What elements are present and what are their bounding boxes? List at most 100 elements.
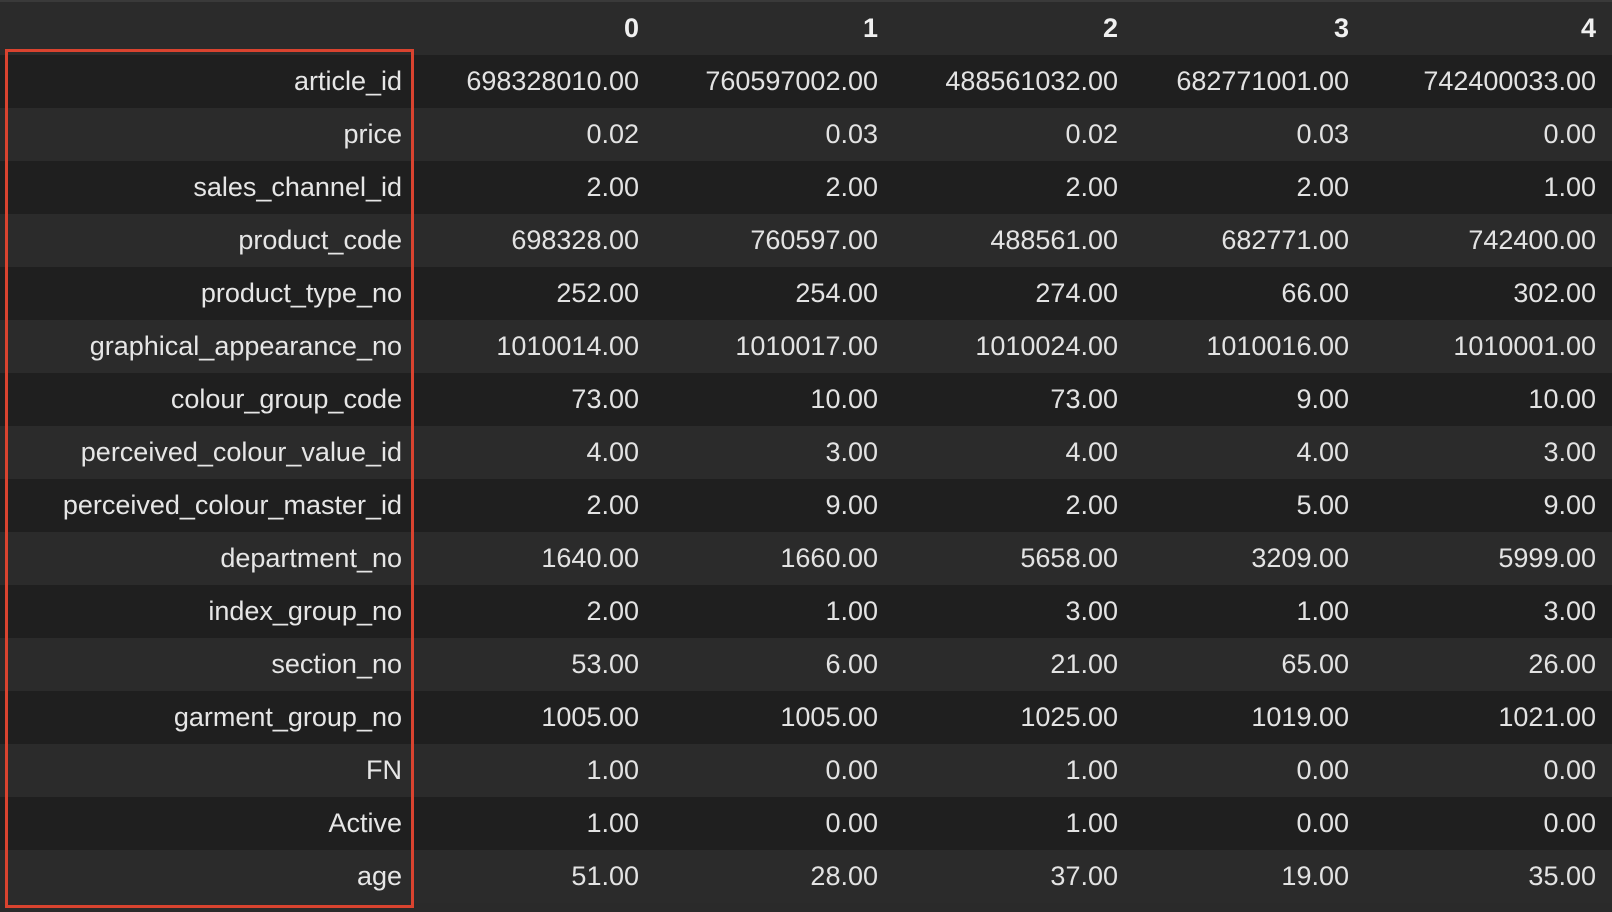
table-cell: 682771001.00	[1176, 66, 1349, 96]
table-cell: 0.02	[586, 119, 639, 149]
table-row: section_no 53.00 6.00 21.00 65.00 26.00	[0, 638, 1612, 691]
table-cell: 1.00	[1065, 755, 1118, 785]
table-row: perceived_colour_value_id 4.00 3.00 4.00 4.0…	[0, 426, 1612, 479]
row-index-label: product_code	[238, 225, 402, 255]
table-cell: 9.00	[1296, 384, 1349, 414]
table-cell: 742400033.00	[1423, 66, 1596, 96]
table-cell: 4.00	[1065, 437, 1118, 467]
table-cell: 1.00	[825, 596, 878, 626]
table-cell: 5999.00	[1498, 543, 1596, 573]
table-cell: 2.00	[1065, 172, 1118, 202]
table-cell: 2.00	[586, 490, 639, 520]
table-cell: 2.00	[586, 596, 639, 626]
table-cell: 10.00	[1528, 384, 1596, 414]
table-cell: 0.00	[1543, 119, 1596, 149]
table-cell: 1021.00	[1498, 702, 1596, 732]
row-index-label: article_id	[293, 66, 402, 96]
column-header: 4	[1580, 13, 1596, 43]
table-cell: 1010016.00	[1206, 331, 1349, 361]
row-index-label: graphical_appearance_no	[89, 331, 402, 361]
top-divider	[0, 0, 1612, 2]
row-index-label: section_no	[271, 649, 402, 679]
table-cell: 488561.00	[990, 225, 1118, 255]
table-cell: 1640.00	[541, 543, 639, 573]
table-cell: 1005.00	[780, 702, 878, 732]
table-cell: 5658.00	[1020, 543, 1118, 573]
table-cell: 0.02	[1065, 119, 1118, 149]
table-cell: 1.00	[586, 755, 639, 785]
table-row: article_id 698328010.00 760597002.00 488561…	[0, 55, 1612, 108]
table-cell: 0.00	[825, 755, 878, 785]
row-index-label: product_type_no	[200, 278, 402, 308]
header-row: 0 1 2 3 4	[0, 0, 1612, 55]
table-cell: 1010017.00	[735, 331, 878, 361]
table-cell: 9.00	[1543, 490, 1596, 520]
table-cell: 682771.00	[1221, 225, 1349, 255]
table-row: product_code 698328.00 760597.00 488561.00 6…	[0, 214, 1612, 267]
dataframe-table: 0 1 2 3 4 article_id 698328010.00 76059700…	[0, 0, 1612, 903]
table-cell: 73.00	[1050, 384, 1118, 414]
table-cell: 10.00	[810, 384, 878, 414]
table-cell: 252.00	[556, 278, 639, 308]
table-cell: 0.03	[1296, 119, 1349, 149]
table-row: department_no 1640.00 1660.00 5658.00 3209.0…	[0, 532, 1612, 585]
table-cell: 53.00	[571, 649, 639, 679]
table-cell: 3.00	[825, 437, 878, 467]
table-cell: 28.00	[810, 861, 878, 891]
table-cell: 3209.00	[1251, 543, 1349, 573]
row-index-label: FN	[366, 755, 402, 785]
dataframe-output: 0 1 2 3 4 article_id 698328010.00 76059700…	[0, 0, 1612, 912]
table-cell: 1010001.00	[1453, 331, 1596, 361]
table-cell: 1.00	[1296, 596, 1349, 626]
table-cell: 9.00	[825, 490, 878, 520]
table-row: age 51.00 28.00 37.00 19.00 35.00	[0, 850, 1612, 903]
table-row: index_group_no 2.00 1.00 3.00 1.00 3.00	[0, 585, 1612, 638]
row-index-label: Active	[328, 808, 402, 838]
table-cell: 35.00	[1528, 861, 1596, 891]
column-header: 1	[862, 13, 878, 43]
row-index-label: index_group_no	[208, 596, 402, 626]
table-cell: 1010024.00	[975, 331, 1118, 361]
table-row: Active 1.00 0.00 1.00 0.00 0.00	[0, 797, 1612, 850]
table-cell: 3.00	[1065, 596, 1118, 626]
table-cell: 26.00	[1528, 649, 1596, 679]
table-cell: 5.00	[1296, 490, 1349, 520]
table-cell: 73.00	[571, 384, 639, 414]
row-index-label: age	[356, 861, 402, 891]
table-cell: 1019.00	[1251, 702, 1349, 732]
table-cell: 51.00	[571, 861, 639, 891]
table-cell: 2.00	[1296, 172, 1349, 202]
table-row: colour_group_code 73.00 10.00 73.00 9.00 10.0…	[0, 373, 1612, 426]
table-cell: 37.00	[1050, 861, 1118, 891]
index-header-corner	[0, 0, 418, 55]
table-cell: 0.00	[1296, 808, 1349, 838]
row-index-label: department_no	[220, 543, 402, 573]
table-row: graphical_appearance_no 1010014.00 1010017…	[0, 320, 1612, 373]
column-header: 2	[1102, 13, 1118, 43]
table-cell: 1.00	[1543, 172, 1596, 202]
table-cell: 760597.00	[750, 225, 878, 255]
table-row: sales_channel_id 2.00 2.00 2.00 2.00 1.00	[0, 161, 1612, 214]
table-cell: 2.00	[825, 172, 878, 202]
table-cell: 4.00	[1296, 437, 1349, 467]
row-index-label: sales_channel_id	[193, 172, 402, 202]
table-cell: 1025.00	[1020, 702, 1118, 732]
row-index-label: price	[343, 119, 402, 149]
table-cell: 21.00	[1050, 649, 1118, 679]
table-cell: 760597002.00	[705, 66, 878, 96]
row-index-label: perceived_colour_value_id	[80, 437, 402, 467]
table-row: FN 1.00 0.00 1.00 0.00 0.00	[0, 744, 1612, 797]
table-cell: 2.00	[586, 172, 639, 202]
table-cell: 4.00	[586, 437, 639, 467]
table-cell: 488561032.00	[945, 66, 1118, 96]
table-cell: 1.00	[586, 808, 639, 838]
table-cell: 1660.00	[780, 543, 878, 573]
row-index-label: perceived_colour_master_id	[62, 490, 402, 520]
table-row: price 0.02 0.03 0.02 0.03 0.00	[0, 108, 1612, 161]
column-header: 3	[1333, 13, 1349, 43]
table-cell: 65.00	[1281, 649, 1349, 679]
table-row: product_type_no 252.00 254.00 274.00 66.00 30…	[0, 267, 1612, 320]
table-cell: 2.00	[1065, 490, 1118, 520]
table-row: perceived_colour_master_id 2.00 9.00 2.00 5.…	[0, 479, 1612, 532]
table-cell: 19.00	[1281, 861, 1349, 891]
